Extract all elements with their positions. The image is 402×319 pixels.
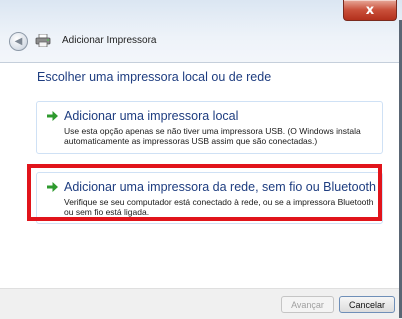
- close-button[interactable]: x: [343, 0, 397, 21]
- add-local-printer-option[interactable]: Adicionar uma impressora local Use esta …: [36, 101, 383, 154]
- add-network-printer-option[interactable]: Adicionar uma impressora da rede, sem fi…: [36, 172, 383, 224]
- close-icon: x: [365, 2, 375, 18]
- option-title: Adicionar uma impressora da rede, sem fi…: [64, 180, 376, 194]
- option-title: Adicionar uma impressora local: [64, 109, 239, 123]
- option-description: Verifique se seu computador está conecta…: [64, 197, 374, 217]
- cancel-button[interactable]: Cancelar: [339, 296, 395, 313]
- page-heading: Escolher uma impressora local ou de rede: [37, 70, 272, 84]
- green-arrow-icon: [47, 182, 58, 192]
- back-arrow-icon: ◀: [14, 36, 23, 47]
- title-bar: [0, 0, 402, 63]
- add-printer-window: x ◀ Adicionar Impressora Escolher uma im…: [0, 0, 402, 319]
- option-description: Use esta opção apenas se não tiver uma i…: [64, 126, 361, 146]
- window-title: Adicionar Impressora: [62, 35, 157, 46]
- next-button[interactable]: Avançar: [281, 296, 334, 313]
- green-arrow-icon: [47, 111, 58, 121]
- printer-icon: [35, 34, 51, 47]
- back-button[interactable]: ◀: [9, 32, 28, 51]
